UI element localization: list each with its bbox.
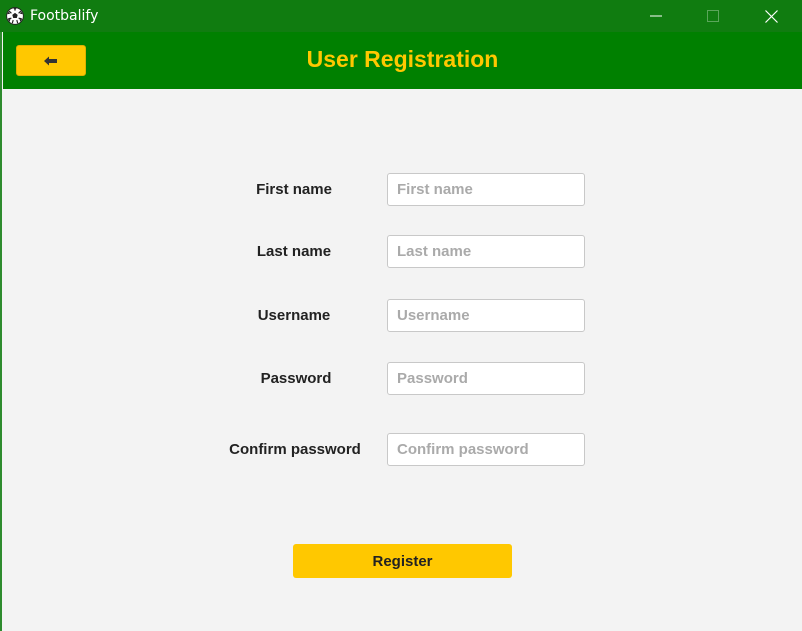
last-name-input[interactable]	[387, 235, 585, 268]
last-name-label: Last name	[256, 243, 332, 260]
confirm-password-label: Confirm password	[229, 441, 361, 458]
maximize-button[interactable]	[690, 0, 736, 32]
minimize-button[interactable]	[633, 0, 679, 32]
form-row-first-name: First name	[0, 173, 802, 206]
form-row-confirm-password: Confirm password	[0, 433, 802, 466]
page-title: User Registration	[306, 46, 499, 72]
minimize-icon	[650, 15, 662, 17]
form-row-username: Username	[0, 299, 802, 332]
close-button[interactable]	[748, 0, 794, 32]
window-titlebar: Footbalify	[0, 0, 802, 32]
password-input[interactable]	[387, 362, 585, 395]
username-label: Username	[257, 307, 331, 324]
password-label: Password	[260, 370, 332, 387]
soccer-ball-icon	[6, 7, 24, 25]
first-name-input[interactable]	[387, 173, 585, 206]
form-row-password: Password	[0, 362, 802, 395]
form-row-last-name: Last name	[0, 235, 802, 268]
window-title: Footbalify	[30, 8, 99, 24]
first-name-label: First name	[256, 181, 332, 198]
page-header: User Registration	[3, 32, 802, 89]
close-icon	[764, 9, 778, 23]
register-button[interactable]: Register	[293, 544, 512, 578]
confirm-password-input[interactable]	[387, 433, 585, 466]
username-input[interactable]	[387, 299, 585, 332]
maximize-icon	[707, 10, 719, 22]
